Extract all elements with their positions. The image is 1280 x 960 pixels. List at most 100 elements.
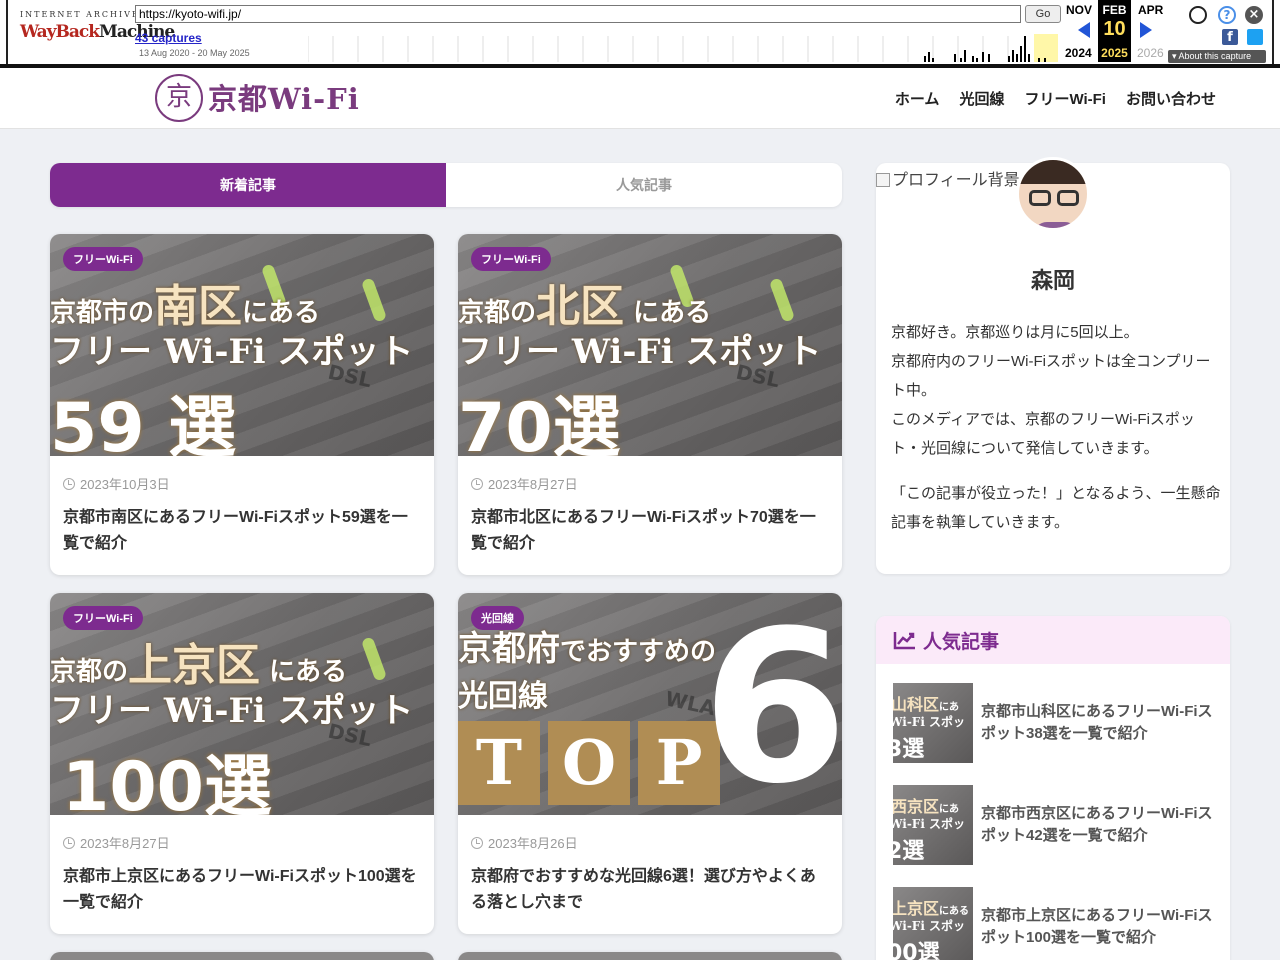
article-date-text: 2023年10月3日 <box>80 477 170 492</box>
thumbnail-top-o: O <box>548 721 630 805</box>
article-card-partial[interactable] <box>50 952 434 960</box>
article-card[interactable]: DSL 京都の北区 にある フリー Wi-Fi スポット 70選 フリーWi-F… <box>458 234 842 575</box>
category-badge[interactable]: フリーWi-Fi <box>471 247 551 271</box>
article-thumbnail[interactable]: DSL 京都市の南区にある フリー Wi-Fi スポット 59 選 フリーWi-… <box>50 234 434 456</box>
wayback-captures-link[interactable]: 43 captures <box>135 31 202 45</box>
category-badge[interactable]: フリーWi-Fi <box>63 606 143 630</box>
popular-article-item[interactable]: 西京区にあ Wi-Fi スポッ 2選 京都市西京区にあるフリーWi-Fiスポット… <box>893 785 1213 865</box>
article-thumbnail[interactable]: DSL 京都の上京区 にある フリー Wi-Fi スポット 100選 フリーWi… <box>50 593 434 815</box>
popular-article-title[interactable]: 京都市山科区にあるフリーWi-Fiスポット38選を一覧で紹介 <box>981 701 1217 745</box>
wayback-capture-range: 13 Aug 2020 - 20 May 2025 <box>139 48 250 58</box>
account-icon[interactable] <box>1189 6 1207 24</box>
nav-free-wifi[interactable]: フリーWi-Fi <box>1024 88 1106 109</box>
wayback-current-day: 10 <box>1103 18 1126 40</box>
popular-thumb-ward: 西京区 <box>893 797 940 816</box>
clock-icon <box>63 836 75 849</box>
nav-hikari[interactable]: 光回線 <box>959 88 1004 109</box>
profile-name: 森岡 <box>1030 268 1075 293</box>
popular-article-item[interactable]: 山科区にあ Wi-Fi スポッ 3選 京都市山科区にあるフリーWi-Fiスポット… <box>893 683 1213 763</box>
popular-articles-widget: 人気記事 山科区にあ Wi-Fi スポッ 3選 京都市山科区にあるフリーWi-F… <box>876 616 1230 960</box>
nav-home[interactable]: ホーム <box>895 88 940 109</box>
avatar <box>1016 157 1090 231</box>
popular-article-thumbnail[interactable]: 西京区にあ Wi-Fi スポッ 2選 <box>893 785 973 865</box>
popular-article-title[interactable]: 京都市西京区にあるフリーWi-Fiスポット42選を一覧で紹介 <box>981 803 1217 847</box>
facebook-icon[interactable]: f <box>1222 29 1238 45</box>
popular-thumb-subline: Wi-Fi スポッ <box>893 919 966 933</box>
popular-articles-title: 人気記事 <box>923 631 1000 653</box>
main-nav: ホーム 光回線 フリーWi-Fi お問い合わせ <box>895 88 1216 109</box>
profile-bio: 京都好き。京都巡りは月に5回以上。 京都府内のフリーWi-Fiスポットは全コンプ… <box>891 318 1221 537</box>
avatar-shirt <box>1033 222 1079 228</box>
wayback-next-arrow-icon[interactable] <box>1140 22 1152 38</box>
article-thumbnail[interactable]: WLAN 京都府でおすすめの 光回線 T O P 6 光回線 <box>458 593 842 815</box>
wayback-prev-year[interactable]: 2024 <box>1065 46 1092 60</box>
tab-popular-articles[interactable]: 人気記事 <box>446 163 842 207</box>
article-date: 2023年8月27日 <box>63 833 421 852</box>
thumbnail-suffix: でおすすめの <box>560 637 717 667</box>
category-badge[interactable]: 光回線 <box>471 606 524 630</box>
article-thumbnail[interactable]: DSL 京都の北区 にある フリー Wi-Fi スポット 70選 フリーWi-F… <box>458 234 842 456</box>
thumbnail-subline: フリー Wi-Fi スポット <box>458 332 822 372</box>
avatar-hair <box>1019 160 1087 184</box>
popular-thumb-count: 00選 <box>893 941 940 960</box>
popular-thumb-subline: Wi-Fi スポッ <box>893 715 966 729</box>
wayback-prev-arrow-icon[interactable] <box>1078 22 1090 38</box>
profile-background-image: プロフィール背景 <box>876 166 1020 190</box>
popular-thumb-headline: 山科区にあ <box>893 691 959 715</box>
popular-article-thumbnail[interactable]: 山科区にあ Wi-Fi スポッ 3選 <box>893 683 973 763</box>
wayback-go-button[interactable]: Go <box>1025 5 1061 23</box>
wayback-logo-a: WayBack <box>20 22 100 42</box>
thumbnail-count: 70選 <box>458 389 621 456</box>
popular-article-thumbnail[interactable]: 上京区にある Wi-Fi スポッ 00選 <box>893 887 973 960</box>
clock-icon <box>471 836 483 849</box>
tab-new-articles[interactable]: 新着記事 <box>50 163 446 207</box>
trending-chart-icon <box>893 632 915 650</box>
article-date: 2023年10月3日 <box>63 474 421 493</box>
thumbnail-count: 100選 <box>62 748 272 815</box>
wayback-toolbar: INTERNET ARCHIVE WayBackMachine https://… <box>0 0 1280 68</box>
article-title[interactable]: 京都市北区にあるフリーWi-Fiスポット70選を一覧で紹介 <box>471 505 829 557</box>
thumbnail-top-t: T <box>458 721 540 805</box>
site-logo-mark[interactable]: 京 <box>155 74 203 122</box>
wayback-about-capture[interactable]: ▾ About this capture <box>1168 50 1266 63</box>
article-card-partial[interactable] <box>458 952 842 960</box>
wayback-url-input[interactable]: https://kyoto-wifi.jp/ <box>135 5 1021 23</box>
site-logo-text[interactable]: 京都Wi-Fi <box>208 76 360 118</box>
profile-bio-line: 「この記事が役立った！」となるよう、一生懸命記事を執筆していきます。 <box>891 485 1221 531</box>
wayback-next-month[interactable]: APR <box>1138 3 1163 17</box>
help-icon[interactable]: ? <box>1218 6 1236 24</box>
article-card[interactable]: DSL 京都の上京区 にある フリー Wi-Fi スポット 100選 フリーWi… <box>50 593 434 934</box>
popular-thumb-suffix: にあ <box>939 702 960 713</box>
article-title[interactable]: 京都府でおすすめな光回線6選！選び方やよくある落とし穴まで <box>471 864 829 916</box>
article-date-text: 2023年8月26日 <box>488 836 578 851</box>
popular-article-title[interactable]: 京都市上京区にあるフリーWi-Fiスポット100選を一覧で紹介 <box>981 905 1217 949</box>
category-badge[interactable]: フリーWi-Fi <box>63 247 143 271</box>
wayback-sparkline[interactable] <box>308 32 1060 62</box>
broken-image-icon <box>876 173 890 187</box>
wayback-prev-month[interactable]: NOV <box>1066 3 1092 17</box>
nav-contact[interactable]: お問い合わせ <box>1126 88 1216 109</box>
wayback-next-year[interactable]: 2026 <box>1137 46 1164 60</box>
popular-thumb-suffix: にあ <box>939 804 960 815</box>
popular-thumb-count: 2選 <box>893 839 925 864</box>
popular-article-item[interactable]: 上京区にある Wi-Fi スポッ 00選 京都市上京区にあるフリーWi-Fiスポ… <box>893 887 1213 960</box>
close-icon[interactable]: × <box>1245 6 1263 24</box>
article-title[interactable]: 京都市上京区にあるフリーWi-Fiスポット100選を一覧で紹介 <box>63 864 421 916</box>
article-title[interactable]: 京都市南区にあるフリーWi-Fiスポット59選を一覧で紹介 <box>63 505 421 557</box>
article-date-text: 2023年8月27日 <box>488 477 578 492</box>
clock-icon <box>63 477 75 490</box>
wayback-logo-caption: INTERNET ARCHIVE <box>20 10 140 19</box>
wayback-current-month: FEB <box>1102 3 1127 17</box>
profile-bio-line: このメディアでは、京都のフリーWi-Fiスポット・光回線について発信していきます… <box>891 411 1195 457</box>
twitter-icon[interactable] <box>1247 29 1263 45</box>
popular-thumb-headline: 上京区にある <box>893 895 969 919</box>
thumbnail-top-number: 6 <box>701 593 842 815</box>
article-card[interactable]: DSL 京都市の南区にある フリー Wi-Fi スポット 59 選 フリーWi-… <box>50 234 434 575</box>
article-card[interactable]: WLAN 京都府でおすすめの 光回線 T O P 6 光回線 2023年8月26… <box>458 593 842 934</box>
article-date-text: 2023年8月27日 <box>80 836 170 851</box>
clock-icon <box>471 477 483 490</box>
popular-thumb-ward: 上京区 <box>893 899 940 918</box>
article-date: 2023年8月26日 <box>471 833 829 852</box>
wayback-logo[interactable]: WayBackMachine <box>20 22 175 48</box>
profile-bio-line: 京都府内のフリーWi-Fiスポットは全コンプリート中。 <box>891 353 1211 399</box>
